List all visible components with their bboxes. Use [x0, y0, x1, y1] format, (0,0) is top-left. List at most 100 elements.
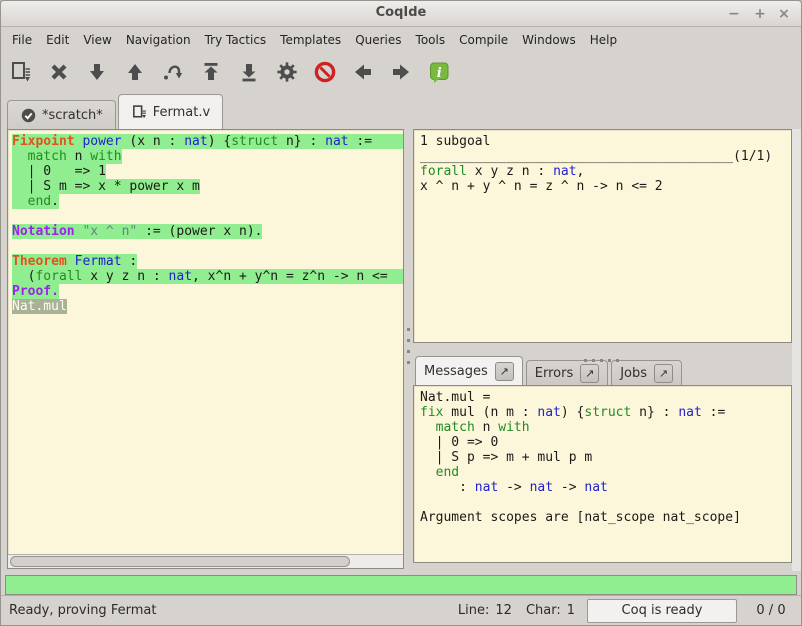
horizontal-splitter[interactable] — [413, 343, 792, 355]
editor-horizontal-scrollbar[interactable] — [8, 554, 403, 568]
detach-jobs-button[interactable]: ↗ — [654, 364, 673, 383]
messages-panel[interactable]: Nat.mul =fix mul (n m : nat) {struct n} … — [413, 385, 792, 563]
about-button[interactable]: i — [425, 58, 453, 86]
progress-bar — [5, 575, 797, 595]
window-title: CoqIde — [1, 5, 801, 20]
tab-fermat-label: Fermat.v — [153, 105, 210, 120]
char-label: Char: — [526, 603, 561, 618]
menu-item-file[interactable]: File — [5, 30, 39, 50]
arrow-right-icon — [389, 60, 413, 84]
go-to-cursor-button[interactable] — [159, 58, 187, 86]
coqide-window: CoqIde − + × FileEditViewNavigationTry T… — [0, 0, 802, 626]
code-line: : nat -> nat -> nat — [420, 480, 785, 495]
run-to-end-button[interactable] — [235, 58, 263, 86]
code-line: 1 subgoal — [420, 134, 785, 149]
previous-button[interactable] — [349, 58, 377, 86]
menu-bar: FileEditViewNavigationTry TacticsTemplat… — [1, 28, 801, 51]
editor-scrollbar-thumb[interactable] — [10, 556, 350, 567]
code-line: x ^ n + y ^ n = z ^ n -> n <= 2 — [420, 179, 785, 194]
code-line: | 0 => 1 — [12, 164, 403, 179]
right-scroll-gutter[interactable] — [792, 129, 801, 571]
arrow-left-icon — [351, 60, 375, 84]
document-tab-bar: *scratch* Fermat.v — [1, 93, 801, 129]
save-page-icon — [131, 104, 148, 121]
menu-item-help[interactable]: Help — [583, 30, 624, 50]
code-line: | 0 => 0 — [420, 435, 785, 450]
status-bar: Ready, proving Fermat Line: 12 Char: 1 C… — [1, 595, 801, 625]
go-to-end-icon — [237, 60, 261, 84]
detach-errors-button[interactable]: ↗ — [580, 364, 599, 383]
detach-messages-button[interactable]: ↗ — [495, 362, 514, 381]
close-buffer-button[interactable] — [45, 58, 73, 86]
vertical-splitter[interactable] — [404, 129, 413, 571]
go-to-cursor-icon — [161, 60, 185, 84]
step-backward-button[interactable] — [121, 58, 149, 86]
restart-button[interactable] — [197, 58, 225, 86]
splitter-grip-icon — [584, 347, 624, 366]
save-icon — [9, 60, 33, 84]
menu-item-view[interactable]: View — [76, 30, 118, 50]
tab-jobs-label: Jobs — [620, 366, 647, 381]
menu-item-edit[interactable]: Edit — [39, 30, 76, 50]
toolbar: i — [1, 51, 801, 93]
menu-item-queries[interactable]: Queries — [348, 30, 408, 50]
char-value: 1 — [567, 603, 575, 618]
code-line: (forall x y z n : nat, x^n + y^n = z^n -… — [12, 269, 403, 284]
code-line: Argument scopes are [nat_scope nat_scope… — [420, 510, 785, 525]
close-button[interactable]: × — [773, 4, 795, 24]
next-button[interactable] — [387, 58, 415, 86]
code-line: Notation "x ^ n" := (power x n). — [12, 224, 403, 239]
code-line: fix mul (n m : nat) {struct n} : nat := — [420, 405, 785, 420]
tab-messages[interactable]: Messages ↗ — [415, 356, 523, 385]
maximize-button[interactable]: + — [749, 4, 771, 24]
menu-item-templates[interactable]: Templates — [273, 30, 348, 50]
status-message: Ready, proving Fermat — [9, 603, 458, 618]
step-up-icon — [123, 60, 147, 84]
code-line: ________________________________________… — [420, 149, 785, 164]
info-bubble-icon: i — [427, 60, 451, 84]
tab-messages-label: Messages — [424, 364, 488, 379]
code-line — [420, 495, 785, 510]
right-column: 1 subgoal_______________________________… — [413, 129, 792, 571]
code-line: | S m => x * power x m — [12, 179, 403, 194]
tab-errors-label: Errors — [535, 366, 573, 381]
code-line — [12, 209, 403, 224]
code-line: end — [420, 465, 785, 480]
title-bar[interactable]: CoqIde − + × — [1, 1, 801, 27]
script-editor-code[interactable]: Fixpoint power (x n : nat) {struct n} : … — [8, 130, 403, 554]
code-line: match n with — [12, 149, 403, 164]
code-line: Nat.mul = — [420, 390, 785, 405]
save-button[interactable] — [7, 58, 35, 86]
svg-text:i: i — [437, 66, 442, 81]
code-line: Fixpoint power (x n : nat) {struct n} : … — [12, 134, 403, 149]
interrupt-button[interactable] — [311, 58, 339, 86]
tab-fermat[interactable]: Fermat.v — [118, 94, 223, 129]
menu-item-tools[interactable]: Tools — [409, 30, 453, 50]
step-down-icon — [85, 60, 109, 84]
code-line: forall x y z n : nat, — [420, 164, 785, 179]
tab-scratch-label: *scratch* — [42, 108, 103, 123]
main-area: Fixpoint power (x n : nat) {struct n} : … — [7, 129, 801, 571]
code-line: Theorem Fermat : — [12, 254, 403, 269]
menu-item-try-tactics[interactable]: Try Tactics — [198, 30, 274, 50]
menu-item-compile[interactable]: Compile — [452, 30, 515, 50]
splitter-grip-icon — [407, 328, 410, 372]
script-editor-panel[interactable]: Fixpoint power (x n : nat) {struct n} : … — [7, 129, 404, 569]
line-label: Line: — [458, 603, 489, 618]
tab-scratch[interactable]: *scratch* — [7, 100, 116, 129]
step-forward-button[interactable] — [83, 58, 111, 86]
menu-item-navigation[interactable]: Navigation — [119, 30, 198, 50]
fully-check-button[interactable] — [273, 58, 301, 86]
status-right: Line: 12 Char: 1 Coq is ready 0 / 0 — [458, 599, 793, 623]
check-circle-icon — [20, 107, 37, 124]
code-line: Nat.mul — [12, 299, 403, 314]
code-line — [12, 239, 403, 254]
line-value: 12 — [495, 603, 512, 618]
code-line: match n with — [420, 420, 785, 435]
goals-panel[interactable]: 1 subgoal_______________________________… — [413, 129, 792, 343]
minimize-button[interactable]: − — [723, 4, 745, 24]
code-line: | S p => m + mul p m — [420, 450, 785, 465]
close-icon — [47, 60, 71, 84]
code-line: Proof. — [12, 284, 403, 299]
menu-item-windows[interactable]: Windows — [515, 30, 583, 50]
